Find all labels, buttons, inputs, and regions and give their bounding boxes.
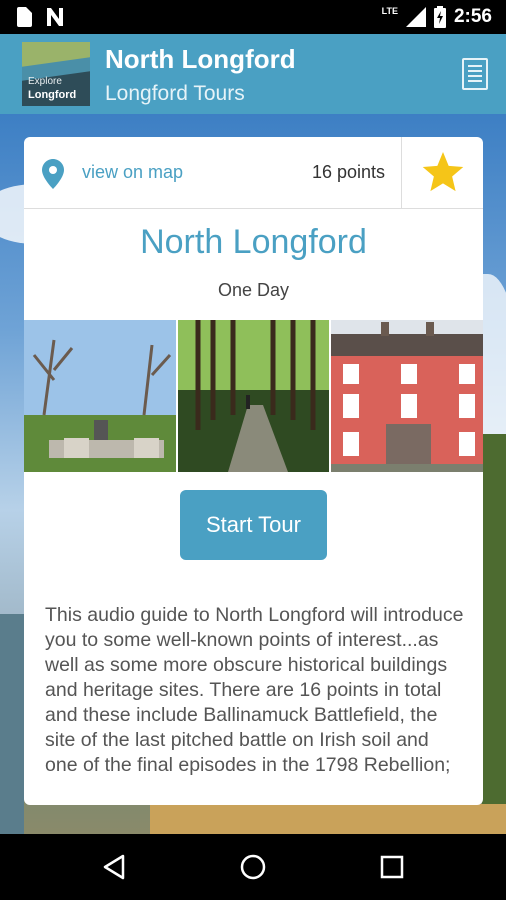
logo-line-2: Longford (28, 89, 77, 101)
card-header: view on map 16 points (24, 137, 483, 209)
recents-button[interactable] (375, 850, 409, 884)
home-button[interactable] (236, 850, 270, 884)
app-logo: Explore Longford (22, 42, 90, 106)
points-count: 16 points (312, 162, 386, 182)
network-type: LTE (381, 6, 398, 16)
recents-icon (380, 855, 404, 879)
back-icon (103, 854, 125, 880)
tour-title: North Longford (140, 223, 367, 261)
battery-icon (433, 6, 446, 28)
menu-icon[interactable] (462, 58, 488, 90)
tour-duration: One Day (217, 280, 290, 300)
logo-line-1: Explore (28, 76, 62, 87)
sim-card-icon (17, 7, 32, 27)
app-subtitle: Longford Tours (105, 82, 245, 105)
app-bar: Explore Longford North Longford Longford… (0, 34, 506, 114)
home-icon (240, 854, 266, 880)
clock: 2:56 (453, 6, 492, 27)
map-pin-icon[interactable] (42, 159, 64, 189)
photo-memorial[interactable] (24, 320, 176, 472)
star-icon (422, 152, 463, 192)
favourite-button[interactable] (401, 137, 483, 209)
photo-pub-building[interactable] (331, 320, 483, 472)
signal-icon (405, 7, 426, 27)
back-button[interactable] (97, 850, 131, 884)
photo-forest-path[interactable] (177, 320, 330, 472)
start-tour-button[interactable]: Start Tour (180, 490, 327, 560)
navigation-bar (0, 834, 506, 900)
tour-description: This audio guide to North Longford will … (45, 604, 464, 776)
photo-strip (24, 320, 483, 472)
view-on-map-link[interactable]: view on map (82, 162, 183, 183)
status-bar: LTE 2:56 (0, 0, 506, 34)
app-title: North Longford (105, 44, 296, 74)
tour-card: view on map 16 points North Longford One… (24, 137, 483, 805)
notification-n-icon (47, 8, 63, 26)
